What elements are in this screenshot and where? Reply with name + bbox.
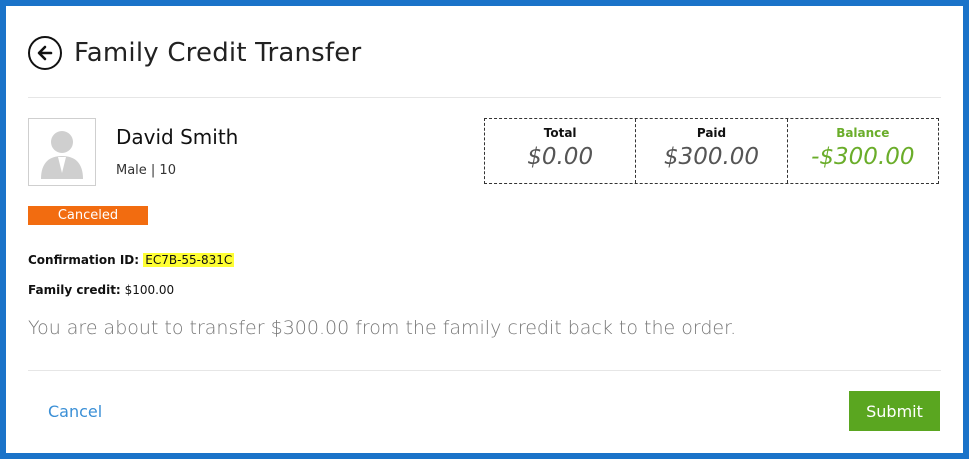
- page-title: Family Credit Transfer: [74, 38, 362, 68]
- back-button[interactable]: [28, 36, 62, 70]
- total-cell: Total $0.00: [485, 119, 635, 183]
- balance-cell: Balance -$300.00: [786, 119, 938, 183]
- paid-label: Paid: [696, 126, 727, 140]
- payment-summary: Total $0.00 Paid $300.00 Balance -$300.0…: [484, 118, 939, 184]
- paid-cell: Paid $300.00: [635, 119, 786, 183]
- person-silhouette-icon: [41, 131, 83, 179]
- paid-value: $300.00: [663, 144, 760, 170]
- member-name: David Smith: [116, 125, 239, 149]
- confirmation-label: Confirmation ID:: [28, 253, 140, 267]
- submit-button[interactable]: Submit: [849, 391, 940, 431]
- balance-label: Balance: [836, 126, 890, 140]
- balance-value: -$300.00: [811, 144, 915, 170]
- confirmation-row: Confirmation ID: EC7B-55-831C: [28, 253, 235, 267]
- transfer-message: You are about to transfer $300.00 from t…: [28, 317, 737, 339]
- member-gender-age: Male | 10: [116, 163, 176, 178]
- status-badge: Canceled: [28, 206, 148, 225]
- header-divider: [28, 97, 941, 98]
- total-value: $0.00: [527, 144, 594, 170]
- total-label: Total: [543, 126, 577, 140]
- dialog-header: Family Credit Transfer: [28, 36, 361, 70]
- dialog-frame: Family Credit Transfer David Smith Male …: [0, 0, 969, 459]
- family-credit-value: $100.00: [124, 283, 175, 297]
- family-credit-row: Family credit: $100.00: [28, 283, 174, 297]
- confirmation-id: EC7B-55-831C: [143, 253, 235, 267]
- family-credit-label: Family credit:: [28, 283, 121, 297]
- arrow-left-icon: [37, 45, 53, 61]
- avatar: [28, 118, 96, 186]
- footer-divider: [28, 370, 941, 371]
- cancel-link[interactable]: Cancel: [48, 402, 102, 421]
